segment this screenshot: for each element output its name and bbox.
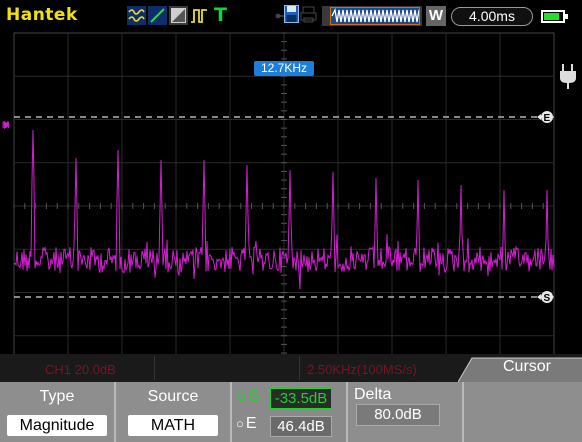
svg-text:S: S: [544, 293, 551, 304]
cursor-s-value: -33.5dB: [270, 388, 332, 409]
memory-depth-badge: W: [426, 6, 446, 26]
divider: [154, 356, 155, 380]
sample-rate-readout: 2.50KHz(100MS/s): [307, 362, 417, 377]
printer-icon[interactable]: [300, 6, 317, 28]
battery-level: [544, 13, 560, 20]
cursor-s-label: S: [248, 388, 260, 405]
display-icon[interactable]: [169, 6, 188, 25]
pulse-icon[interactable]: [190, 6, 209, 25]
delta-value: 80.0dB: [356, 404, 440, 426]
source-title: Source: [147, 388, 199, 405]
menu-source[interactable]: Source MATH: [116, 382, 232, 442]
save-disk-icon[interactable]: [284, 5, 299, 28]
ch1-level-marker: M: [2, 120, 10, 130]
softkey-menu: Type Magnitude Source MATH ⊙ S -33.5dB ○ E…: [0, 382, 582, 442]
menu-type[interactable]: Type Magnitude: [0, 382, 116, 442]
waveform-window: [330, 7, 422, 25]
trigger-icon[interactable]: T: [211, 6, 230, 25]
type-value[interactable]: Magnitude: [7, 415, 107, 436]
brand-logo: Hantek: [6, 5, 78, 25]
channel-scale-readout: CH1 20.0dB: [45, 362, 116, 377]
delta-title: Delta: [354, 386, 392, 403]
menu-delta: Delta 80.0dB: [348, 382, 464, 442]
radio-unselected-icon: ○: [236, 416, 244, 431]
slope-icon[interactable]: [148, 6, 167, 25]
menu-empty-slot[interactable]: [464, 382, 582, 442]
menu-cursor-positions[interactable]: ⊙ S -33.5dB ○ E 46.4dB: [232, 382, 348, 442]
cursor-e-label: E: [245, 415, 257, 432]
fft-icon[interactable]: [127, 6, 146, 25]
plot-area[interactable]: M E S 12.7KHz: [0, 30, 582, 382]
menu-title: Cursor: [503, 358, 552, 375]
top-status-bar: Hantek T W 4.00ms: [0, 0, 582, 30]
power-plug-icon: [559, 64, 577, 95]
svg-text:E: E: [544, 113, 551, 124]
cursor-e-row[interactable]: ○ E: [236, 415, 257, 433]
timebase-readout: 4.00ms: [451, 7, 533, 26]
type-title: Type: [39, 388, 75, 405]
cursor-e-value: 46.4dB: [270, 416, 332, 437]
spectrum-plot[interactable]: M E S: [0, 30, 582, 382]
cursor-s-row[interactable]: ⊙ S: [236, 388, 260, 406]
divider: [299, 356, 300, 380]
radio-selected-icon: ⊙: [236, 389, 247, 404]
memory-waveform-indicator: [322, 6, 422, 26]
mode-icons: T: [127, 6, 230, 26]
svg-text:M: M: [2, 120, 10, 130]
trigger-frequency-marker[interactable]: 12.7KHz: [254, 61, 314, 76]
source-value[interactable]: MATH: [128, 415, 218, 436]
battery-icon: [541, 10, 568, 23]
